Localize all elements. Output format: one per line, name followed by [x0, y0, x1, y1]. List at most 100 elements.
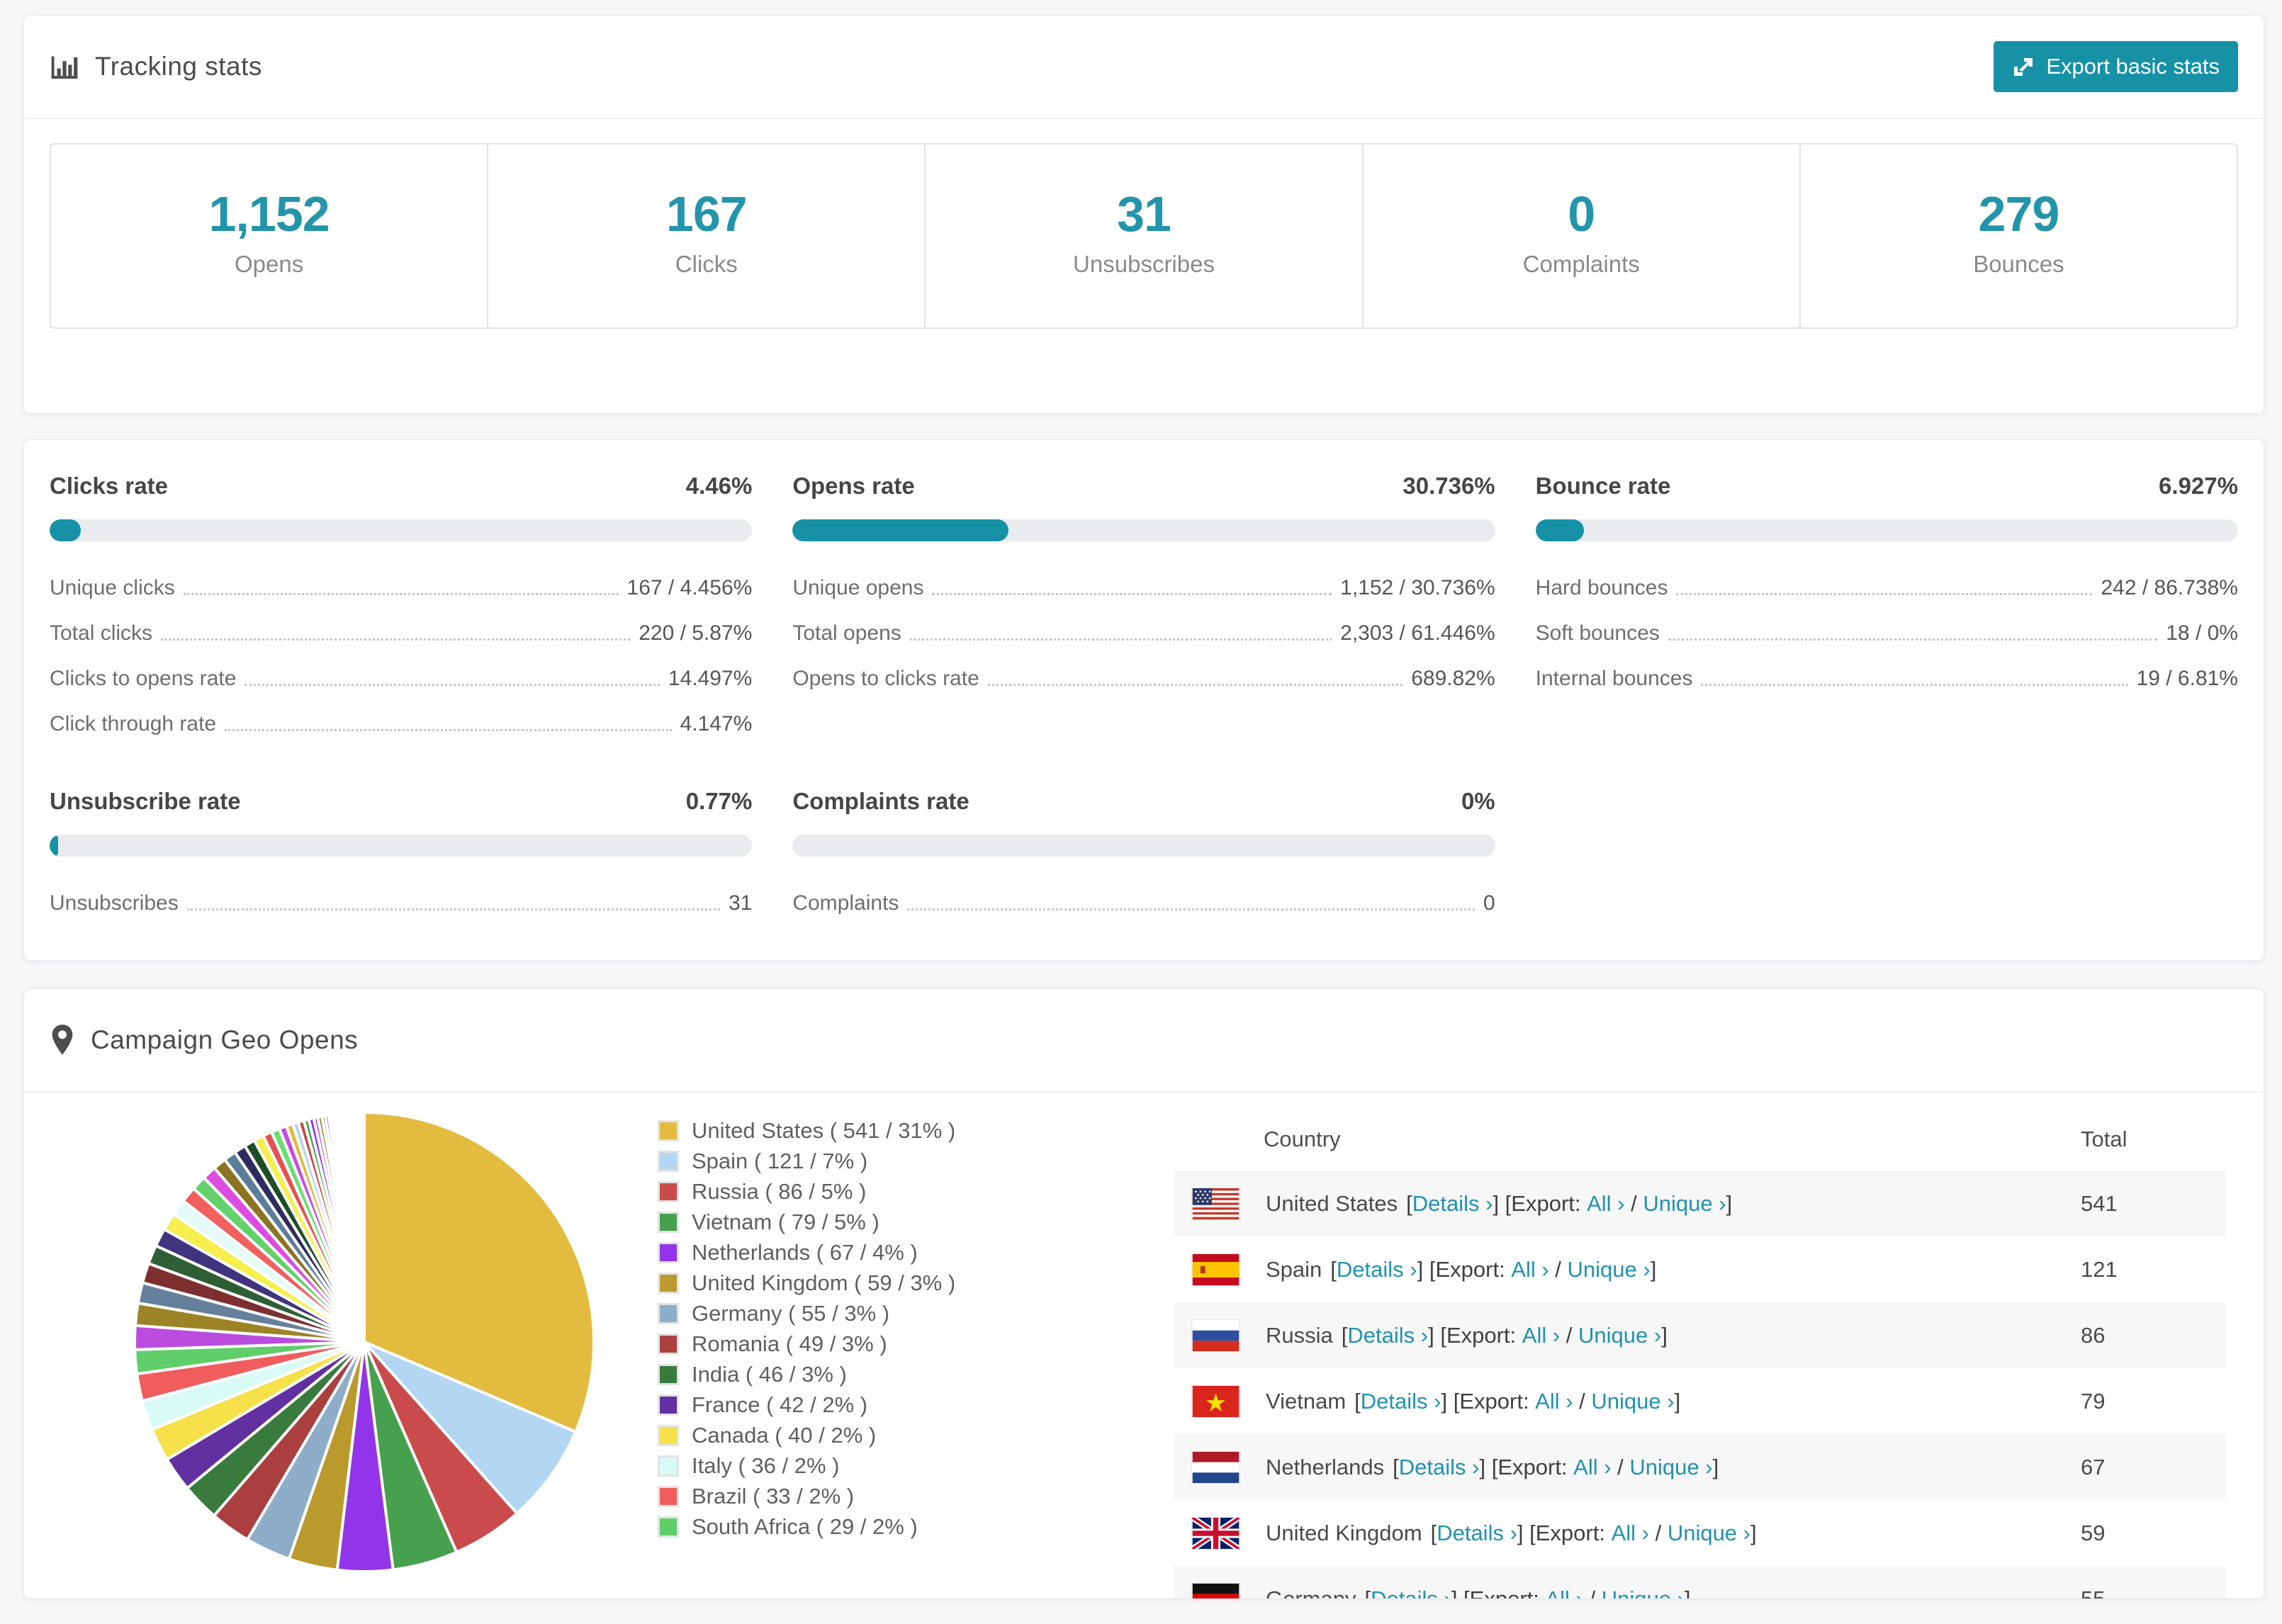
legend-label: Netherlands ( 67 / 4% ) — [692, 1239, 918, 1265]
bracket: ] — [1674, 1388, 1681, 1414]
export-prefix: [Export: — [1440, 1322, 1522, 1348]
legend-color-swatch — [658, 1333, 679, 1355]
tracking-stats-card: Tracking stats Export basic stats 1,152 … — [23, 15, 2264, 414]
country-total: 121 — [2081, 1256, 2118, 1282]
export-unique-link[interactable]: Unique › — [1591, 1389, 1674, 1414]
rate-rows: Unique clicks 167 / 4.456% Total clicks … — [50, 565, 752, 747]
legend-color-swatch — [658, 1455, 679, 1477]
export-prefix: [Export: — [1491, 1454, 1574, 1479]
export-unique-link[interactable]: Unique › — [1578, 1323, 1661, 1348]
rate-row-label: Unsubscribes — [50, 891, 179, 915]
map-pin-icon — [50, 1024, 75, 1056]
country-total: 541 — [2081, 1190, 2118, 1216]
details-link[interactable]: Details › — [1437, 1521, 1517, 1546]
rate-row-label: Hard bounces — [1535, 576, 1668, 599]
rate-row-value: 18 / 0% — [2166, 621, 2238, 645]
rate-row-value: 19 / 6.81% — [2136, 667, 2238, 690]
export-prefix: [Export: — [1429, 1256, 1512, 1282]
details-link[interactable]: Details › — [1371, 1586, 1451, 1599]
bracket: ] — [1684, 1586, 1691, 1599]
geo-legend: United States ( 541 / 31% ) Spain ( 121 … — [658, 1108, 1026, 1542]
export-all-link[interactable]: All › — [1573, 1455, 1611, 1480]
rate-row: Clicks to opens rate 14.497% — [50, 656, 752, 701]
details-link[interactable]: Details › — [1361, 1389, 1441, 1414]
country-name: Vietnam — [1266, 1388, 1347, 1414]
export-basic-stats-button[interactable]: Export basic stats — [1994, 41, 2238, 92]
country-name: Netherlands — [1266, 1454, 1385, 1479]
legend-item: Germany ( 55 / 3% ) — [658, 1298, 1026, 1329]
dotted-leader — [183, 593, 619, 595]
details-link[interactable]: Details › — [1412, 1191, 1493, 1217]
export-all-link[interactable]: All › — [1587, 1191, 1624, 1217]
rate-percent: 6.927% — [2159, 473, 2238, 499]
export-all-link[interactable]: All › — [1511, 1257, 1548, 1282]
stat-value: 0 — [1568, 186, 1595, 242]
export-unique-link[interactable]: Unique › — [1643, 1191, 1726, 1217]
rate-row-value: 167 / 4.456% — [626, 576, 753, 599]
export-prefix: [Export: — [1463, 1586, 1546, 1599]
export-all-link[interactable]: All › — [1522, 1323, 1560, 1348]
legend-color-swatch — [658, 1394, 679, 1416]
rate-row-value: 689.82% — [1411, 667, 1495, 690]
rate-title: Complaints rate — [792, 788, 969, 814]
legend-label: Russia ( 86 / 5% ) — [692, 1178, 867, 1204]
geo-table-header: Country Total — [1174, 1108, 2226, 1171]
dotted-leader — [1676, 593, 2093, 595]
country-total: 79 — [2081, 1388, 2106, 1414]
details-link[interactable]: Details › — [1399, 1455, 1480, 1480]
legend-color-swatch — [658, 1272, 679, 1294]
rate-row-label: Internal bounces — [1535, 667, 1693, 690]
geo-body: United States ( 541 / 31% ) Spain ( 121 … — [24, 1093, 2264, 1599]
bracket: ] — [1661, 1322, 1668, 1348]
export-unique-link[interactable]: Unique › — [1668, 1521, 1750, 1546]
country-name: Spain — [1266, 1256, 1322, 1282]
bracket: ] — [1517, 1520, 1530, 1545]
rate-percent: 30.736% — [1403, 473, 1495, 499]
bracket: [ — [1354, 1388, 1361, 1414]
details-link[interactable]: Details › — [1337, 1257, 1417, 1282]
export-all-link[interactable]: All › — [1545, 1586, 1583, 1599]
flag-gb-icon — [1191, 1516, 1240, 1550]
page-title: Tracking stats — [95, 52, 262, 81]
rate-row-label: Unique clicks — [50, 576, 175, 599]
stat-value: 167 — [665, 186, 748, 242]
bracket: [ — [1406, 1190, 1412, 1216]
legend-color-swatch — [658, 1302, 679, 1324]
details-link[interactable]: Details › — [1347, 1323, 1428, 1348]
slash: / — [1573, 1388, 1592, 1414]
column-header-country: Country — [1264, 1127, 1341, 1151]
export-prefix: [Export: — [1529, 1520, 1612, 1545]
country-total: 86 — [2081, 1322, 2106, 1348]
rate-row: Opens to clicks rate 689.82% — [792, 656, 1495, 701]
stat-cell: 31 Unsubscribes — [926, 145, 1364, 327]
bracket: ] — [1650, 1256, 1657, 1282]
dotted-leader — [907, 908, 1475, 910]
rate-block: Opens rate 30.736% Unique opens 1,152 / … — [792, 473, 1495, 747]
rate-block: Complaints rate 0% Complaints 0 — [792, 788, 1495, 926]
export-unique-link[interactable]: Unique › — [1629, 1455, 1712, 1480]
rate-row-label: Soft bounces — [1535, 621, 1660, 645]
country-name: Germany — [1266, 1586, 1356, 1599]
legend-label: United States ( 541 / 31% ) — [692, 1117, 956, 1143]
export-all-link[interactable]: All › — [1612, 1521, 1649, 1546]
legend-label: Romania ( 49 / 3% ) — [692, 1331, 887, 1356]
rate-title: Clicks rate — [50, 473, 168, 499]
rate-progress-bar — [792, 519, 1495, 541]
stat-value: 1,152 — [208, 186, 330, 242]
stat-label: Bounces — [1973, 251, 2064, 277]
legend-item: Brazil ( 33 / 2% ) — [658, 1481, 1026, 1511]
bracket: ] — [1417, 1256, 1429, 1282]
flag-ru-icon — [1191, 1319, 1240, 1352]
export-unique-link[interactable]: Unique › — [1602, 1586, 1685, 1599]
table-row: Russia [Details ›] [Export: All › / Uniq… — [1174, 1302, 2226, 1368]
rate-row: Complaints 0 — [792, 881, 1495, 926]
stat-label: Unsubscribes — [1073, 251, 1215, 277]
export-unique-link[interactable]: Unique › — [1568, 1257, 1651, 1282]
rate-row: Soft bounces 18 / 0% — [1536, 611, 2238, 656]
flag-nl-icon — [1191, 1450, 1240, 1484]
rate-rows: Unsubscribes 31 — [50, 881, 752, 926]
legend-item: United States ( 541 / 31% ) — [658, 1115, 1026, 1146]
table-row: United States [Details ›] [Export: All ›… — [1174, 1171, 2226, 1236]
rate-row: Total clicks 220 / 5.87% — [50, 611, 752, 656]
export-all-link[interactable]: All › — [1535, 1389, 1573, 1414]
